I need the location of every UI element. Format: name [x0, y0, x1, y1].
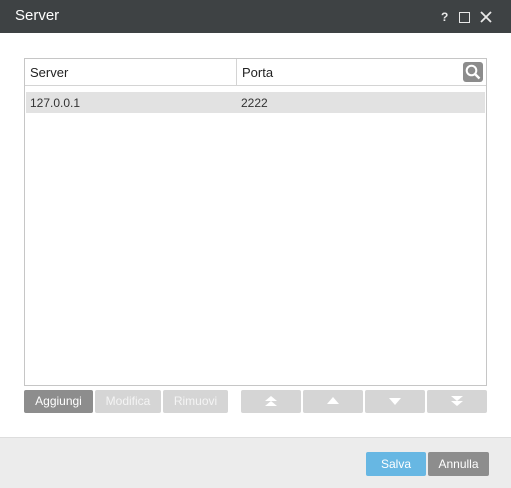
remove-button[interactable]: Rimuovi: [163, 390, 228, 413]
maximize-icon[interactable]: [459, 12, 470, 23]
dialog-footer: Salva Annulla: [0, 437, 511, 488]
move-bottom-button[interactable]: [427, 390, 487, 413]
window-title: Server: [15, 7, 60, 24]
cell-server: 127.0.0.1: [30, 96, 81, 110]
close-icon[interactable]: [479, 10, 493, 24]
server-table: Server Porta 127.0.0.1 2222: [24, 58, 487, 386]
move-top-icon: [265, 396, 277, 406]
move-down-icon: [389, 398, 401, 405]
add-button[interactable]: Aggiungi: [24, 390, 93, 413]
column-divider[interactable]: [236, 59, 237, 85]
column-header-server[interactable]: Server: [30, 65, 68, 80]
move-top-button[interactable]: [241, 390, 301, 413]
title-bar: Server ?: [0, 0, 511, 33]
save-button[interactable]: Salva: [366, 452, 426, 476]
table-header: Server Porta: [25, 59, 486, 86]
search-icon[interactable]: [463, 62, 483, 82]
cancel-button[interactable]: Annulla: [428, 452, 489, 476]
cell-porta: 2222: [241, 96, 268, 110]
move-up-icon: [327, 397, 339, 404]
edit-button[interactable]: Modifica: [95, 390, 161, 413]
table-row[interactable]: 127.0.0.1 2222: [26, 92, 485, 113]
move-bottom-icon: [451, 396, 463, 406]
move-down-button[interactable]: [365, 390, 425, 413]
move-up-button[interactable]: [303, 390, 363, 413]
help-icon[interactable]: ?: [441, 10, 455, 26]
column-header-porta[interactable]: Porta: [242, 65, 273, 80]
